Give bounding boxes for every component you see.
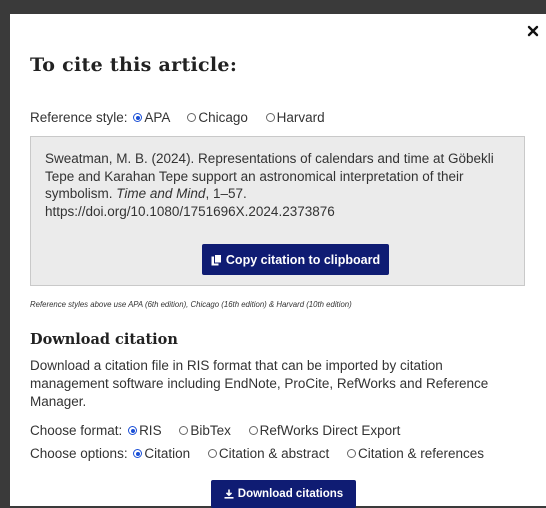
radio-ris[interactable] [128, 426, 138, 435]
radio-citation-abstract[interactable] [207, 449, 217, 458]
dialog-title: To cite this article: [30, 54, 238, 76]
option-citation[interactable]: Citation [131, 446, 190, 461]
option-citation-references[interactable]: Citation & references [341, 446, 484, 461]
citation-box: Sweatman, M. B. (2024). Representations … [30, 136, 525, 286]
radio-apa[interactable] [133, 113, 143, 122]
download-heading: Download citation [30, 331, 178, 348]
citation-doi: https://doi.org/10.1080/1751696X.2024.23… [45, 203, 335, 219]
format-label: Choose format: [30, 423, 123, 438]
download-icon [224, 489, 234, 499]
format-option-refworks[interactable]: RefWorks Direct Export [243, 423, 400, 438]
download-description: Download a citation file in RIS format t… [30, 358, 489, 409]
copy-citation-button[interactable]: Copy citation to clipboard [202, 244, 389, 275]
format-option-ris[interactable]: RIS [126, 423, 162, 438]
reference-style-option-chicago[interactable]: Chicago [181, 110, 248, 125]
option-citation-abstract[interactable]: Citation & abstract [202, 446, 329, 461]
radio-refworks[interactable] [248, 426, 258, 435]
clipboard-icon [211, 253, 222, 266]
download-citations-button[interactable]: Download citations [211, 480, 356, 508]
reference-style-row: Reference style: APA Chicago Harvard [30, 110, 325, 125]
reference-style-option-harvard[interactable]: Harvard [260, 110, 325, 125]
reference-style-option-apa[interactable]: APA [131, 110, 170, 125]
close-icon[interactable] [526, 24, 540, 38]
citation-text: Sweatman, M. B. (2024). Representations … [45, 151, 494, 219]
format-option-bibtex[interactable]: BibTex [173, 423, 231, 438]
format-row: Choose format: RIS BibTex RefWorks Direc… [30, 423, 400, 438]
reference-style-label: Reference style: [30, 110, 128, 125]
cite-dialog: To cite this article: Reference style: A… [10, 14, 546, 508]
radio-citation[interactable] [133, 449, 143, 458]
reference-styles-note: Reference styles above use APA (6th edit… [30, 300, 352, 309]
radio-chicago[interactable] [187, 113, 197, 122]
radio-harvard[interactable] [265, 113, 275, 122]
options-row: Choose options: Citation Citation & abst… [30, 446, 484, 461]
options-label: Choose options: [30, 446, 128, 461]
radio-citation-references[interactable] [346, 449, 356, 458]
radio-bibtex[interactable] [179, 426, 189, 435]
